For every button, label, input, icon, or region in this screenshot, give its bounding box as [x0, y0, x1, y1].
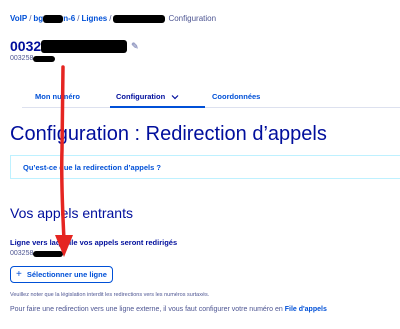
tab-coordonnees[interactable]: Coordonnées	[212, 92, 260, 101]
tab-active-indicator	[110, 106, 205, 108]
breadcrumb-lignes[interactable]: Lignes	[81, 14, 107, 23]
line-number-text: 0032	[10, 38, 42, 54]
tab-bar: Mon numéro Configuration Coordonnées	[22, 86, 400, 108]
plus-icon: +	[16, 269, 22, 280]
redaction-bar	[43, 14, 64, 23]
legal-note: Veuillez noter que la législation interd…	[10, 292, 210, 298]
breadcrumb-separator: /	[77, 14, 80, 23]
line-sub-text: 003258	[10, 55, 34, 62]
redaction-bar	[41, 39, 128, 53]
redirect-field-value: 003258	[10, 250, 64, 257]
line-number-subtitle: 003258	[10, 55, 56, 62]
redaction-bar	[33, 250, 64, 257]
breadcrumb-separator: /	[109, 14, 112, 23]
pencil-icon[interactable]: ✎	[131, 41, 141, 51]
redirect-value-text: 003258	[10, 250, 34, 257]
breadcrumb-current: Configuration	[168, 14, 217, 23]
breadcrumb-account-suffix: n-6	[63, 14, 76, 23]
breadcrumb-billing-account[interactable]: bg n-6	[33, 14, 75, 23]
external-note-text: Pour faire une redirection vers une lign…	[10, 306, 283, 313]
faq-accordion[interactable]: Qu’est-ce que la redirection d’appels ?	[10, 155, 400, 179]
tab-configuration[interactable]: Configuration	[116, 92, 179, 101]
breadcrumb-voip[interactable]: VoIP	[10, 14, 27, 23]
file-d-appels-link[interactable]: File d'appels	[285, 306, 327, 313]
tab-configuration-label: Configuration	[116, 92, 166, 101]
breadcrumb-account-prefix: bg	[33, 14, 44, 23]
line-number-title: 0032 ✎	[10, 38, 141, 54]
chevron-down-icon	[171, 95, 179, 100]
section-title: Vos appels entrants	[10, 205, 133, 221]
external-redirect-note: Pour faire une redirection vers une lign…	[10, 306, 327, 313]
breadcrumb-separator: /	[29, 14, 32, 23]
faq-link[interactable]: Qu’est-ce que la redirection d’appels ?	[23, 163, 161, 172]
select-line-button[interactable]: + Sélectionner une ligne	[10, 266, 113, 283]
breadcrumb: VoIP / bg n-6 / Lignes / Configuration	[10, 14, 216, 23]
page-title: Configuration : Redirection d’appels	[10, 123, 327, 145]
redaction-bar	[113, 14, 166, 23]
tab-mon-numero[interactable]: Mon numéro	[35, 92, 80, 101]
redirect-field-label: Ligne vers laquelle vos appels seront re…	[10, 238, 178, 247]
redaction-bar	[33, 55, 56, 62]
select-line-label: Sélectionner une ligne	[26, 270, 107, 279]
